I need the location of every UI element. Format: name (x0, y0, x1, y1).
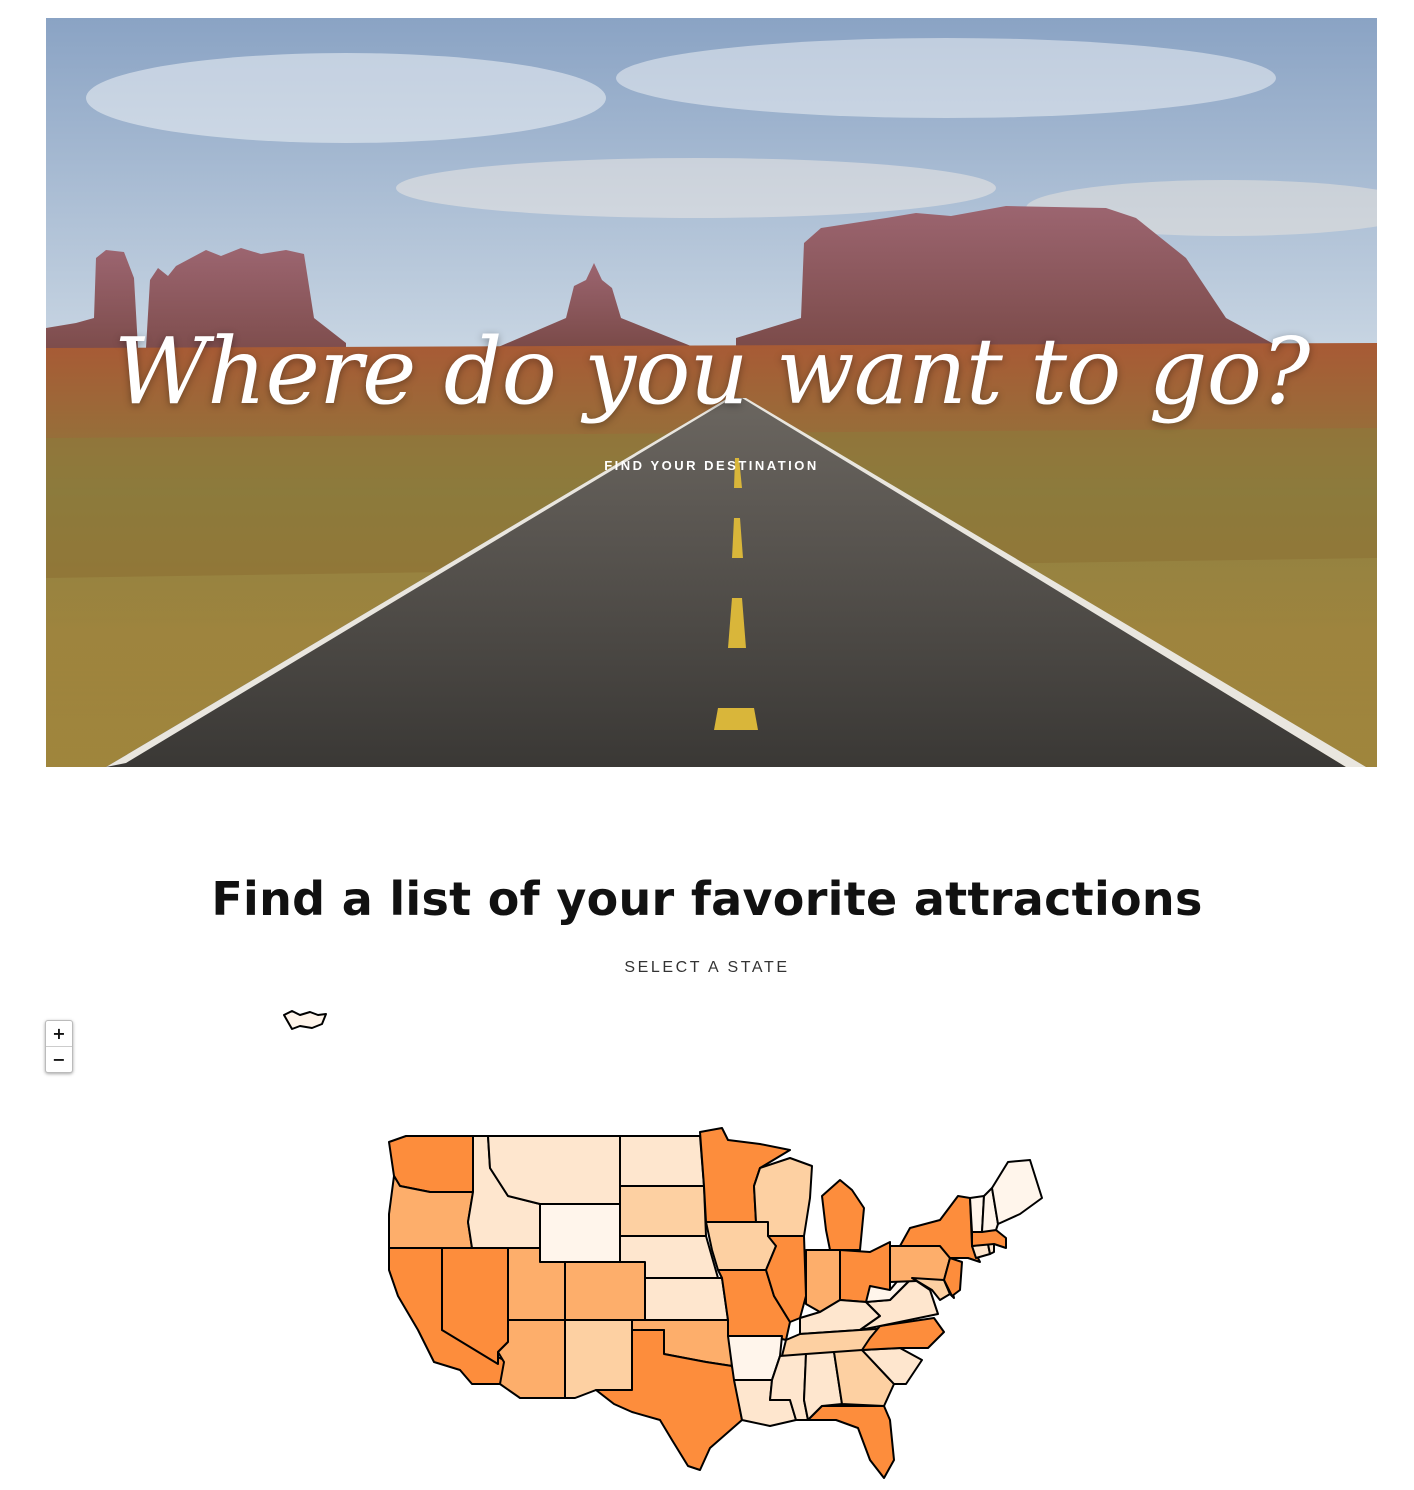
state-kansas[interactable] (644, 1277, 729, 1321)
zoom-in-button[interactable]: + (46, 1021, 72, 1046)
zoom-out-button[interactable]: − (46, 1046, 72, 1072)
state-alaska[interactable] (283, 1010, 327, 1030)
state-washington[interactable] (388, 1135, 474, 1193)
state-maine[interactable] (991, 1159, 1043, 1225)
state-wyoming[interactable] (539, 1203, 621, 1263)
us-states-map (0, 0, 1414, 1490)
state-colorado[interactable] (564, 1261, 646, 1321)
state-arizona[interactable] (497, 1319, 566, 1399)
state-new-mexico[interactable] (564, 1319, 633, 1399)
state-pennsylvania[interactable] (889, 1245, 951, 1283)
state-florida[interactable] (807, 1405, 895, 1479)
choropleth-map-canvas[interactable] (0, 0, 1414, 1490)
state-south-dakota[interactable] (619, 1185, 707, 1237)
map-zoom-control: + − (45, 1020, 73, 1073)
state-north-dakota[interactable] (619, 1135, 705, 1187)
state-rhode-island[interactable] (987, 1243, 995, 1255)
state-montana[interactable] (487, 1135, 621, 1205)
state-michigan[interactable] (821, 1179, 865, 1251)
state-iowa[interactable] (705, 1221, 777, 1271)
page: Where do you want to go? FIND YOUR DESTI… (0, 0, 1414, 1490)
